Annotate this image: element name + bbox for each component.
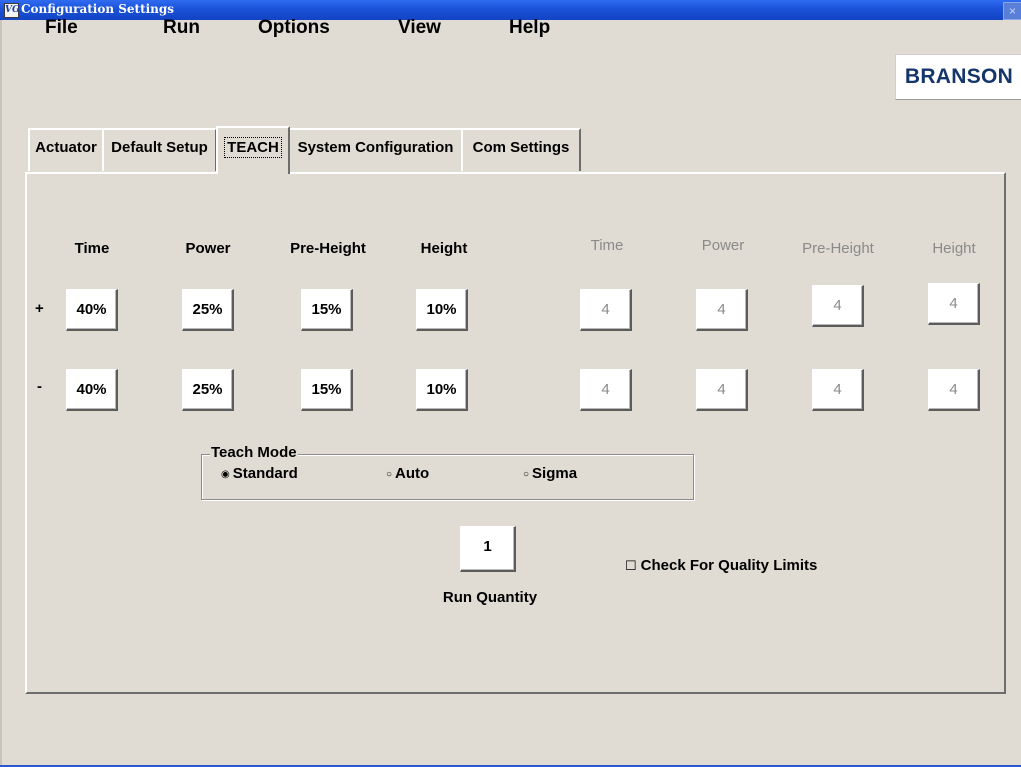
minus-power-field[interactable]: 25% [182,369,234,411]
plus-pre-height-field[interactable]: 15% [301,289,353,331]
radio-unselected-icon: ○ [523,469,530,480]
window-title: Configuration Settings [21,2,175,16]
plus-power-field[interactable]: 25% [182,289,234,331]
tab-com-settings[interactable]: Com Settings [461,128,581,171]
menu-view[interactable]: View [398,17,441,39]
tab-default-setup[interactable]: Default Setup [102,128,217,171]
quality-limits-checkbox[interactable]: ☐ Check For Quality Limits [625,557,817,575]
radio-sigma[interactable]: ○ Sigma [523,465,577,485]
tab-label: System Configuration [297,139,454,156]
tab-label: Default Setup [111,139,208,156]
plus-power-count-field[interactable]: 4 [696,289,748,331]
branson-logo: BRANSON [895,54,1021,100]
header-pre-height: Pre-Height [290,240,366,257]
radio-label: Sigma [532,465,578,482]
radio-label: Standard [232,465,298,482]
plus-height-field[interactable]: 10% [416,289,468,331]
header-pre-height-count: Pre-Height [802,240,874,257]
tab-label: Com Settings [472,139,570,156]
menu-file[interactable]: File [45,17,78,39]
menu-options[interactable]: Options [258,17,330,39]
menu-run[interactable]: Run [163,17,200,39]
minus-time-count-field[interactable]: 4 [580,369,632,411]
run-quantity-field[interactable]: 1 [460,526,516,572]
minus-height-field[interactable]: 10% [416,369,468,411]
app-icon: VG [4,3,20,18]
tab-teach[interactable]: TEACH [216,126,290,174]
plus-row-label: + [35,300,44,317]
tab-actuator[interactable]: Actuator [28,128,104,171]
radio-standard[interactable]: ◉ Standard [221,465,298,485]
header-time-count: Time [590,237,624,254]
close-button[interactable]: × [1003,2,1021,20]
minus-time-field[interactable]: 40% [66,369,118,411]
tab-label: Actuator [35,139,97,156]
minus-pre-height-count-field[interactable]: 4 [812,369,864,411]
minus-height-count-field[interactable]: 4 [928,369,980,411]
plus-time-field[interactable]: 40% [66,289,118,331]
teach-mode-label: Teach Mode [210,444,298,462]
tab-label: TEACH [224,137,282,158]
radio-selected-icon: ◉ [221,469,230,480]
header-power-count: Power [701,237,745,254]
radio-label: Auto [395,465,430,482]
tab-system-configuration[interactable]: System Configuration [288,128,463,171]
radio-unselected-icon: ○ [386,469,393,480]
header-power: Power [185,240,231,257]
menu-help[interactable]: Help [509,17,550,39]
minus-row-label: - [37,378,42,395]
header-height-count: Height [932,240,976,257]
header-height: Height [420,240,468,257]
plus-time-count-field[interactable]: 4 [580,289,632,331]
checkbox-icon: ☐ [625,558,637,573]
plus-pre-height-count-field[interactable]: 4 [812,285,864,327]
radio-auto[interactable]: ○ Auto [386,465,429,485]
plus-height-count-field[interactable]: 4 [928,283,980,325]
header-time: Time [74,240,110,257]
minus-power-count-field[interactable]: 4 [696,369,748,411]
run-quantity-label: Run Quantity [442,589,538,606]
quality-limits-label: Check For Quality Limits [640,557,818,574]
window-border [0,20,2,767]
minus-pre-height-field[interactable]: 15% [301,369,353,411]
